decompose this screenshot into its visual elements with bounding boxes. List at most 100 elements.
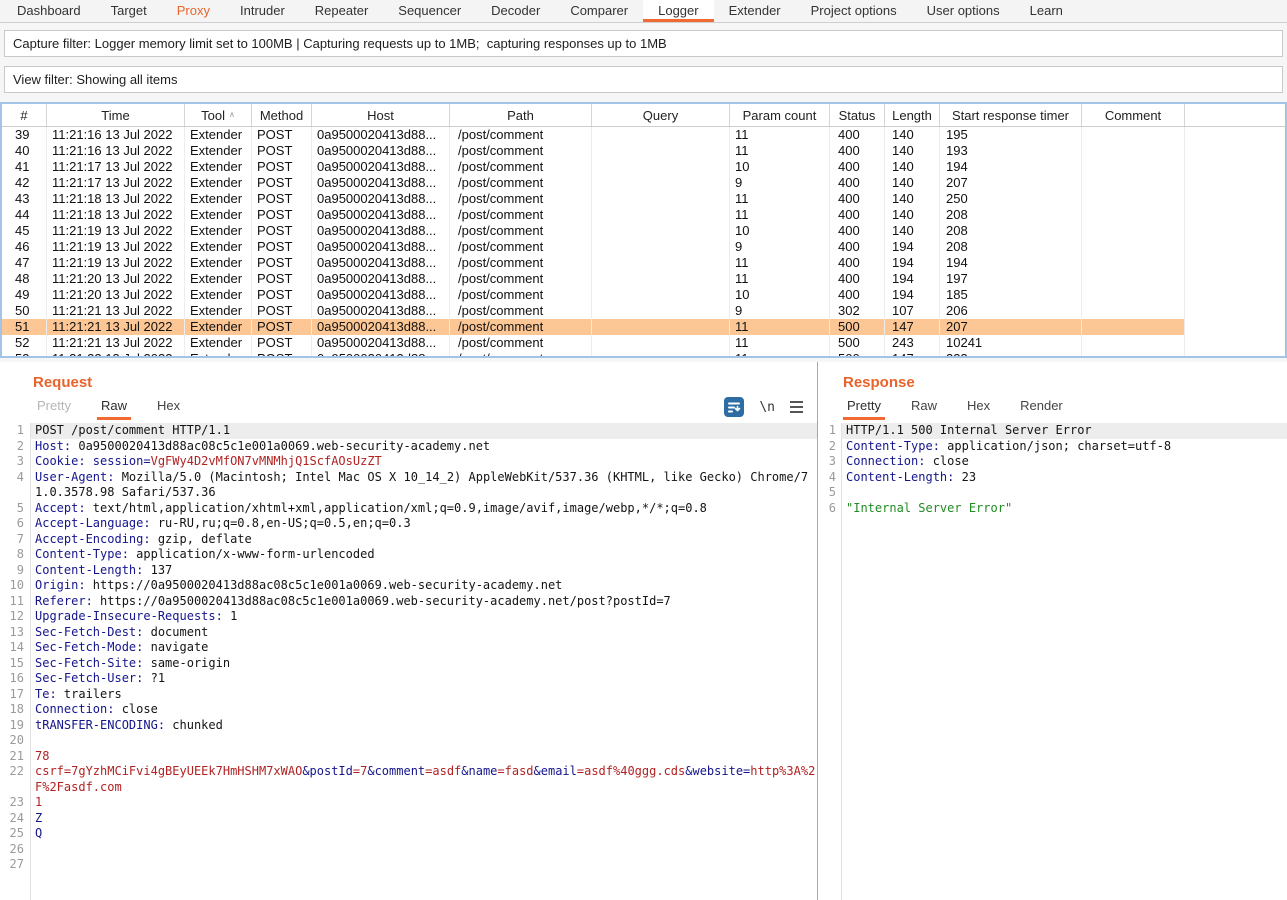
code-line: 11Referer: https://0a9500020413d88ac08c5… <box>0 594 817 610</box>
line-number: 19 <box>0 718 30 734</box>
line-number: 22 <box>0 764 30 795</box>
tab-target[interactable]: Target <box>96 0 162 22</box>
table-row[interactable]: 4011:21:16 13 Jul 2022ExtenderPOST0a9500… <box>2 143 1285 159</box>
line-number: 18 <box>0 702 30 718</box>
syntax-highlight-icon[interactable] <box>724 397 744 417</box>
column-header-param_count[interactable]: Param count <box>730 104 830 126</box>
column-header-time[interactable]: Time <box>47 104 185 126</box>
log-table: #TimeTool∧MethodHostPathQueryParam count… <box>0 102 1287 358</box>
column-header-start_response_timer[interactable]: Start response timer <box>940 104 1082 126</box>
request-editor-toolbar: \n <box>724 397 803 420</box>
editor-menu-icon[interactable] <box>790 399 803 415</box>
line-content: Content-Length: 23 <box>841 470 1287 486</box>
response-tab-pretty[interactable]: Pretty <box>843 398 885 420</box>
code-line: 24Z <box>0 811 817 827</box>
column-header-query[interactable]: Query <box>592 104 730 126</box>
column-header-num[interactable]: # <box>2 104 47 126</box>
table-row[interactable]: 4411:21:18 13 Jul 2022ExtenderPOST0a9500… <box>2 207 1285 223</box>
view-filter-bar[interactable]: View filter: Showing all items <box>4 66 1283 93</box>
code-line: 4User-Agent: Mozilla/5.0 (Macintosh; Int… <box>0 470 817 501</box>
capture-filter-bar[interactable]: Capture filter: Logger memory limit set … <box>4 30 1283 57</box>
table-row[interactable]: 4911:21:20 13 Jul 2022ExtenderPOST0a9500… <box>2 287 1285 303</box>
column-header-path[interactable]: Path <box>450 104 592 126</box>
table-row[interactable]: 4311:21:18 13 Jul 2022ExtenderPOST0a9500… <box>2 191 1285 207</box>
tab-project-options[interactable]: Project options <box>796 0 912 22</box>
tab-extender[interactable]: Extender <box>714 0 796 22</box>
code-line: 2178 <box>0 749 817 765</box>
line-number: 7 <box>0 532 30 548</box>
tab-dashboard[interactable]: Dashboard <box>2 0 96 22</box>
column-header-host[interactable]: Host <box>312 104 450 126</box>
table-row[interactable]: 3911:21:16 13 Jul 2022ExtenderPOST0a9500… <box>2 127 1285 143</box>
response-tab-raw[interactable]: Raw <box>907 398 941 420</box>
code-line: 5Accept: text/html,application/xhtml+xml… <box>0 501 817 517</box>
line-content: Accept-Language: ru-RU,ru;q=0.8,en-US;q=… <box>30 516 817 532</box>
line-content: Content-Type: application/x-www-form-url… <box>30 547 817 563</box>
line-content: "Internal Server Error" <box>841 501 1287 517</box>
line-number: 23 <box>0 795 30 811</box>
code-line: 22csrf=7gYzhMCiFvi4gBEyUEEk7HmHSHM7xWAO&… <box>0 764 817 795</box>
code-line: 10Origin: https://0a9500020413d88ac08c5c… <box>0 578 817 594</box>
column-header-method[interactable]: Method <box>252 104 312 126</box>
table-row[interactable]: 5011:21:21 13 Jul 2022ExtenderPOST0a9500… <box>2 303 1285 319</box>
code-line: 12Upgrade-Insecure-Requests: 1 <box>0 609 817 625</box>
code-line: 9Content-Length: 137 <box>0 563 817 579</box>
request-editor[interactable]: 1POST /post/comment HTTP/1.12Host: 0a950… <box>0 423 817 900</box>
tab-decoder[interactable]: Decoder <box>476 0 555 22</box>
table-row[interactable]: 5311:21:22 13 Jul 2022ExtenderPOST0a9500… <box>2 351 1285 358</box>
log-table-header: #TimeTool∧MethodHostPathQueryParam count… <box>2 104 1285 127</box>
show-newlines-icon[interactable]: \n <box>759 400 775 415</box>
tab-intruder[interactable]: Intruder <box>225 0 300 22</box>
line-content: Referer: https://0a9500020413d88ac08c5c1… <box>30 594 817 610</box>
code-line: 6"Internal Server Error" <box>818 501 1287 517</box>
tab-user-options[interactable]: User options <box>912 0 1015 22</box>
line-content: Accept-Encoding: gzip, deflate <box>30 532 817 548</box>
line-content: tRANSFER-ENCODING: chunked <box>30 718 817 734</box>
tab-comparer[interactable]: Comparer <box>555 0 643 22</box>
view-filter-text: View filter: Showing all items <box>5 72 178 87</box>
request-tab-raw[interactable]: Raw <box>97 398 131 420</box>
code-line: 1HTTP/1.1 500 Internal Server Error <box>818 423 1287 439</box>
line-number: 4 <box>818 470 841 486</box>
capture-filter-text: Capture filter: Logger memory limit set … <box>5 36 667 51</box>
table-row[interactable]: 4511:21:19 13 Jul 2022ExtenderPOST0a9500… <box>2 223 1285 239</box>
code-line: 8Content-Type: application/x-www-form-ur… <box>0 547 817 563</box>
table-row[interactable]: 4111:21:17 13 Jul 2022ExtenderPOST0a9500… <box>2 159 1285 175</box>
code-line: 231 <box>0 795 817 811</box>
tab-logger[interactable]: Logger <box>643 0 713 22</box>
request-tab-hex[interactable]: Hex <box>153 398 184 420</box>
table-row[interactable]: 4611:21:19 13 Jul 2022ExtenderPOST0a9500… <box>2 239 1285 255</box>
response-editor[interactable]: 1HTTP/1.1 500 Internal Server Error2Cont… <box>818 423 1287 900</box>
table-row[interactable]: 4211:21:17 13 Jul 2022ExtenderPOST0a9500… <box>2 175 1285 191</box>
line-content: Connection: close <box>841 454 1287 470</box>
response-tabs-row: Pretty Raw Hex Render <box>818 394 1287 420</box>
code-line: 13Sec-Fetch-Dest: document <box>0 625 817 641</box>
table-row[interactable]: 4811:21:20 13 Jul 2022ExtenderPOST0a9500… <box>2 271 1285 287</box>
column-header-comment[interactable]: Comment <box>1082 104 1185 126</box>
table-row[interactable]: 4711:21:19 13 Jul 2022ExtenderPOST0a9500… <box>2 255 1285 271</box>
response-tab-render[interactable]: Render <box>1016 398 1067 420</box>
table-row[interactable]: 5111:21:21 13 Jul 2022ExtenderPOST0a9500… <box>2 319 1285 335</box>
line-number: 21 <box>0 749 30 765</box>
response-tab-hex[interactable]: Hex <box>963 398 994 420</box>
column-header-status[interactable]: Status <box>830 104 885 126</box>
line-number: 14 <box>0 640 30 656</box>
tab-learn[interactable]: Learn <box>1015 0 1078 22</box>
tab-repeater[interactable]: Repeater <box>300 0 383 22</box>
line-number: 6 <box>818 501 841 517</box>
table-row[interactable]: 5211:21:21 13 Jul 2022ExtenderPOST0a9500… <box>2 335 1285 351</box>
line-number: 24 <box>0 811 30 827</box>
line-content: Z <box>30 811 817 827</box>
line-number: 3 <box>818 454 841 470</box>
request-tab-pretty[interactable]: Pretty <box>33 398 75 420</box>
request-panel-title: Request <box>0 374 817 391</box>
line-content: 1 <box>30 795 817 811</box>
code-line: 25Q <box>0 826 817 842</box>
line-content: Host: 0a9500020413d88ac08c5c1e001a0069.w… <box>30 439 817 455</box>
line-content <box>30 857 817 873</box>
column-header-tool[interactable]: Tool∧ <box>185 104 252 126</box>
tab-sequencer[interactable]: Sequencer <box>383 0 476 22</box>
tab-proxy[interactable]: Proxy <box>162 0 225 22</box>
column-header-length[interactable]: Length <box>885 104 940 126</box>
line-content <box>841 485 1287 501</box>
